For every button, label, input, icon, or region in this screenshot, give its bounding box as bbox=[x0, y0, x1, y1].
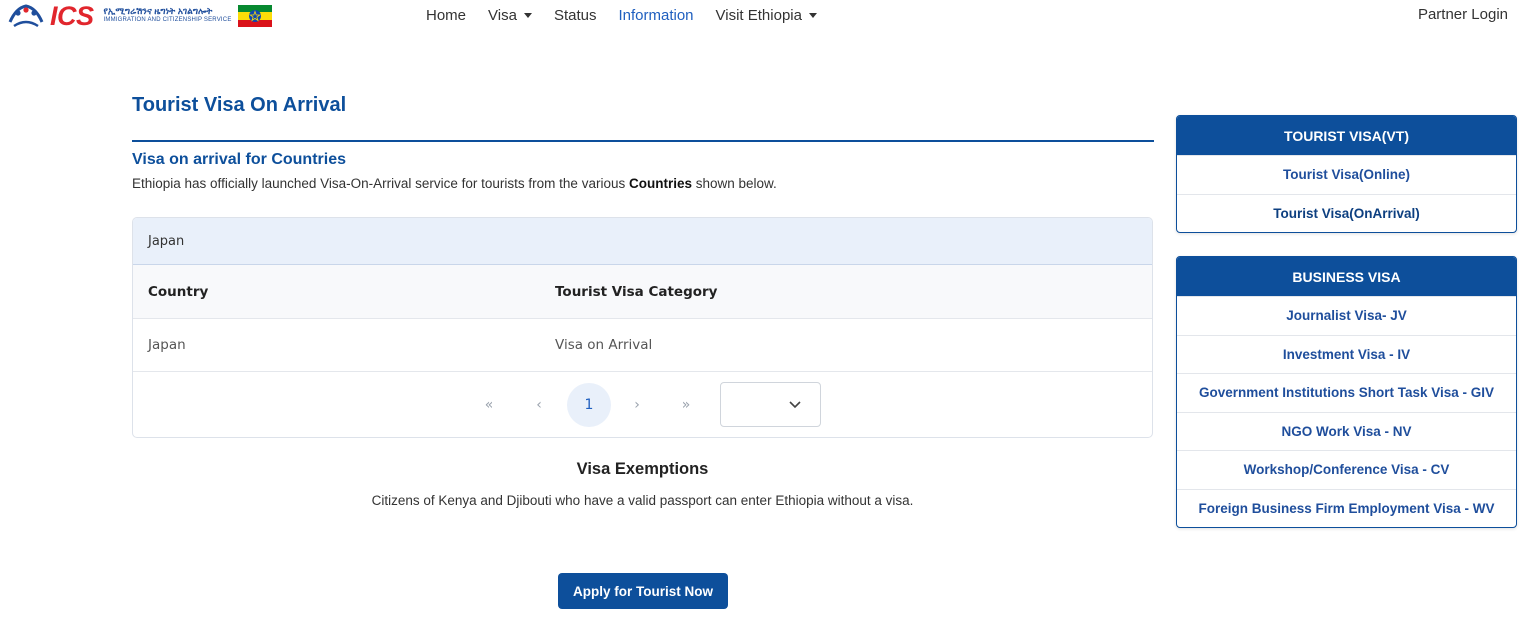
sidebar-item-journalist[interactable]: Journalist Visa- JV bbox=[1177, 296, 1516, 335]
ics-emblem-icon bbox=[8, 4, 44, 28]
table-row: Japan Visa on Arrival bbox=[133, 319, 1152, 372]
ethiopia-flag-icon bbox=[237, 5, 272, 27]
intro-text-end: shown below. bbox=[691, 176, 777, 191]
nav-home-label: Home bbox=[426, 6, 467, 24]
cell-category: Visa on Arrival bbox=[555, 337, 653, 353]
sidebar-item-investment[interactable]: Investment Visa - IV bbox=[1177, 334, 1516, 374]
nav-information-label: Information bbox=[618, 6, 694, 24]
tourist-visa-panel: TOURIST VISA(VT) Tourist Visa(Online) To… bbox=[1176, 115, 1517, 233]
intro-text-bold: Countries bbox=[628, 176, 692, 191]
next-page-button[interactable]: › bbox=[627, 383, 647, 427]
logo-ics-text: ICS bbox=[50, 0, 94, 31]
nav-visa-label: Visa bbox=[488, 6, 517, 24]
table-header-row: Country Tourist Visa Category bbox=[133, 265, 1152, 319]
partner-login-link[interactable]: Partner Login bbox=[1418, 6, 1508, 23]
nav-status[interactable]: Status bbox=[554, 7, 597, 24]
countries-table: Japan Country Tourist Visa Category Japa… bbox=[132, 217, 1153, 438]
rows-per-page-select[interactable] bbox=[720, 382, 821, 427]
country-filter-value: Japan bbox=[148, 233, 185, 249]
exemptions-text: Citizens of Kenya and Djibouti who have … bbox=[371, 493, 914, 508]
caret-down-icon bbox=[808, 12, 817, 18]
section-title: Visa on arrival for Countries bbox=[132, 151, 346, 168]
nav-visa[interactable]: Visa bbox=[488, 7, 532, 24]
sidebar-item-tourist-onarrival[interactable]: Tourist Visa(OnArrival) bbox=[1177, 193, 1516, 233]
sidebar-item-foreign-business[interactable]: Foreign Business Firm Employment Visa - … bbox=[1177, 488, 1516, 528]
column-header-country[interactable]: Country bbox=[148, 284, 208, 300]
sidebar-item-government[interactable]: Government Institutions Short Task Visa … bbox=[1177, 373, 1516, 412]
tourist-visa-heading: TOURIST VISA(VT) bbox=[1177, 116, 1516, 155]
column-header-category[interactable]: Tourist Visa Category bbox=[555, 284, 717, 300]
chevron-down-icon bbox=[789, 401, 801, 409]
table-paginator: « ‹ 1 › » bbox=[133, 372, 1152, 437]
site-logo[interactable]: ICS የኢሚግሬሽንና ዜግነት አገልግሎት IMMIGRATION AND… bbox=[6, 0, 272, 31]
main-nav: Home Visa Status Information Visit Ethio… bbox=[426, 0, 839, 30]
nav-visit-ethiopia[interactable]: Visit Ethiopia bbox=[716, 7, 817, 24]
nav-status-label: Status bbox=[553, 6, 597, 24]
business-visa-panel: BUSINESS VISA Journalist Visa- JV Invest… bbox=[1176, 256, 1517, 528]
nav-information[interactable]: Information bbox=[618, 7, 693, 24]
sidebar-item-ngo[interactable]: NGO Work Visa - NV bbox=[1177, 411, 1516, 451]
business-visa-heading: BUSINESS VISA bbox=[1177, 257, 1516, 296]
sidebar-item-workshop[interactable]: Workshop/Conference Visa - CV bbox=[1177, 450, 1516, 489]
intro-text: Ethiopia has officially launched Visa-On… bbox=[132, 176, 1154, 191]
title-divider bbox=[132, 140, 1154, 142]
page-title: Tourist Visa On Arrival bbox=[132, 94, 347, 116]
apply-tourist-button[interactable]: Apply for Tourist Now bbox=[558, 573, 728, 609]
sidebar-item-tourist-online[interactable]: Tourist Visa(Online) bbox=[1177, 155, 1516, 194]
logo-subtitle: የኢሚግሬሽንና ዜግነት አገልግሎት IMMIGRATION AND CIT… bbox=[104, 7, 232, 25]
top-navbar: ICS የኢሚግሬሽንና ዜግነት አገልግሎት IMMIGRATION AND… bbox=[0, 0, 1536, 32]
exemptions-title: Visa Exemptions bbox=[576, 460, 709, 478]
intro-text-start: Ethiopia has officially launched Visa-On… bbox=[132, 176, 629, 191]
cell-country: Japan bbox=[148, 337, 186, 353]
nav-home[interactable]: Home bbox=[426, 7, 466, 24]
last-page-button[interactable]: » bbox=[676, 383, 696, 427]
country-filter-row[interactable]: Japan bbox=[133, 218, 1152, 265]
prev-page-button[interactable]: ‹ bbox=[529, 383, 549, 427]
page-1-button[interactable]: 1 bbox=[567, 383, 611, 427]
nav-visit-ethiopia-label: Visit Ethiopia bbox=[715, 6, 802, 24]
first-page-button[interactable]: « bbox=[479, 383, 499, 427]
main-content: Tourist Visa On Arrival Visa on arrival … bbox=[132, 94, 1154, 609]
caret-down-icon bbox=[523, 12, 532, 18]
logo-english-line: IMMIGRATION AND CITIZENSHIP SERVICE bbox=[103, 17, 232, 23]
logo-amharic-line: የኢሚግሬሽንና ዜግነት አገልግሎት bbox=[103, 6, 213, 16]
